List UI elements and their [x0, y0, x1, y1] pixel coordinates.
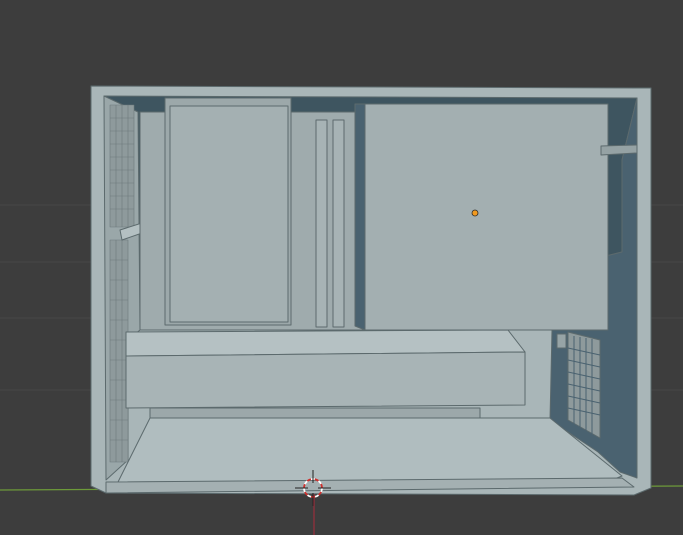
object-origin-dot[interactable]: [471, 209, 479, 217]
motherboard-plate: [364, 103, 609, 331]
pc-case-model[interactable]: [90, 85, 652, 496]
motherboard-edge: [354, 103, 366, 331]
case-floor: [117, 417, 623, 483]
3d-viewport[interactable]: [0, 0, 683, 535]
drive-bay-inner: [169, 105, 289, 323]
right-bracket: [600, 144, 638, 156]
psu-shroud-front: [125, 351, 526, 409]
psu-shroud-lip: [149, 407, 481, 419]
viewport-canvas[interactable]: [0, 0, 683, 535]
rail-2: [332, 119, 345, 328]
rail-1: [315, 119, 328, 328]
